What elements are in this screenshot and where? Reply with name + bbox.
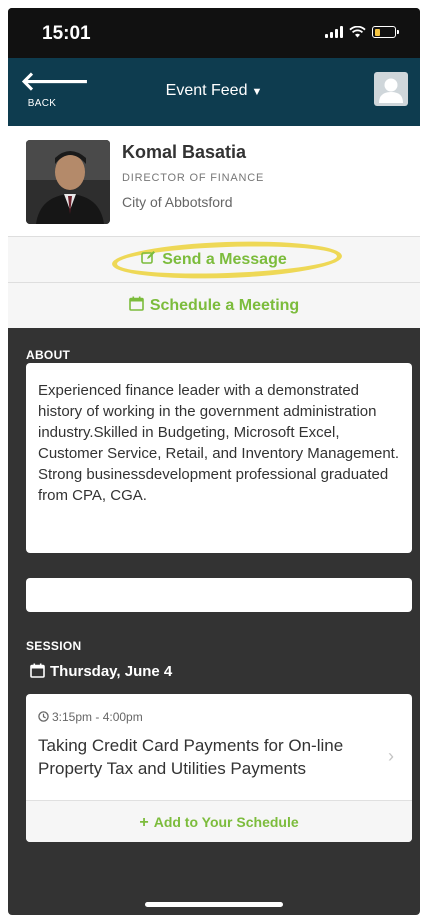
profile-role: DIRECTOR OF FINANCE xyxy=(122,172,265,184)
session-card[interactable]: 3:15pm - 4:00pm Taking Credit Card Payme… xyxy=(26,694,412,842)
nav-title-text: Event Feed xyxy=(165,82,248,99)
nav-bar: 🡐 BACK Event Feed ▼ xyxy=(8,58,420,126)
profile-card: Komal Basatia DIRECTOR OF FINANCE City o… xyxy=(8,126,420,236)
caret-down-icon: ▼ xyxy=(251,86,263,98)
profile-name: Komal Basatia xyxy=(122,142,247,162)
calendar-icon xyxy=(129,296,144,312)
chevron-right-icon: › xyxy=(388,746,394,766)
add-to-schedule-button[interactable]: + Add to Your Schedule xyxy=(26,800,412,842)
session-title: Taking Credit Card Payments for On-line … xyxy=(38,736,344,778)
session-date: Thursday, June 4 xyxy=(30,663,172,680)
edit-icon xyxy=(141,251,156,265)
schedule-meeting-button[interactable]: Schedule a Meeting xyxy=(8,282,420,328)
home-indicator[interactable] xyxy=(145,902,283,907)
profile-organization: City of Abbotsford xyxy=(122,194,233,210)
session-heading: SESSION xyxy=(26,639,82,653)
user-avatar-icon[interactable] xyxy=(374,72,408,106)
clock-icon xyxy=(38,711,49,723)
about-text: Experienced finance leader with a demons… xyxy=(38,382,400,504)
wifi-icon xyxy=(349,26,366,38)
send-message-button[interactable]: Send a Message xyxy=(8,236,420,283)
event-feed-dropdown[interactable]: Event Feed ▼ xyxy=(8,82,420,100)
add-to-schedule-label: Add to Your Schedule xyxy=(153,814,299,830)
empty-card xyxy=(26,578,412,612)
about-card: Experienced finance leader with a demons… xyxy=(26,363,412,553)
signal-icon xyxy=(325,26,343,38)
status-time: 15:01 xyxy=(42,23,91,44)
status-icons xyxy=(325,26,399,38)
session-date-text: Thursday, June 4 xyxy=(50,663,173,680)
app-screen: 15:01 🡐 BACK Event Feed ▼ Komal Basatia … xyxy=(8,8,420,915)
profile-photo xyxy=(26,140,110,224)
calendar-icon xyxy=(30,663,45,678)
session-time: 3:15pm - 4:00pm xyxy=(38,710,143,724)
session-time-text: 3:15pm - 4:00pm xyxy=(52,710,143,724)
schedule-meeting-label: Schedule a Meeting xyxy=(149,297,300,314)
battery-icon xyxy=(372,26,399,38)
status-bar: 15:01 xyxy=(8,8,420,58)
plus-icon: + xyxy=(139,814,149,831)
about-heading: ABOUT xyxy=(26,348,71,362)
